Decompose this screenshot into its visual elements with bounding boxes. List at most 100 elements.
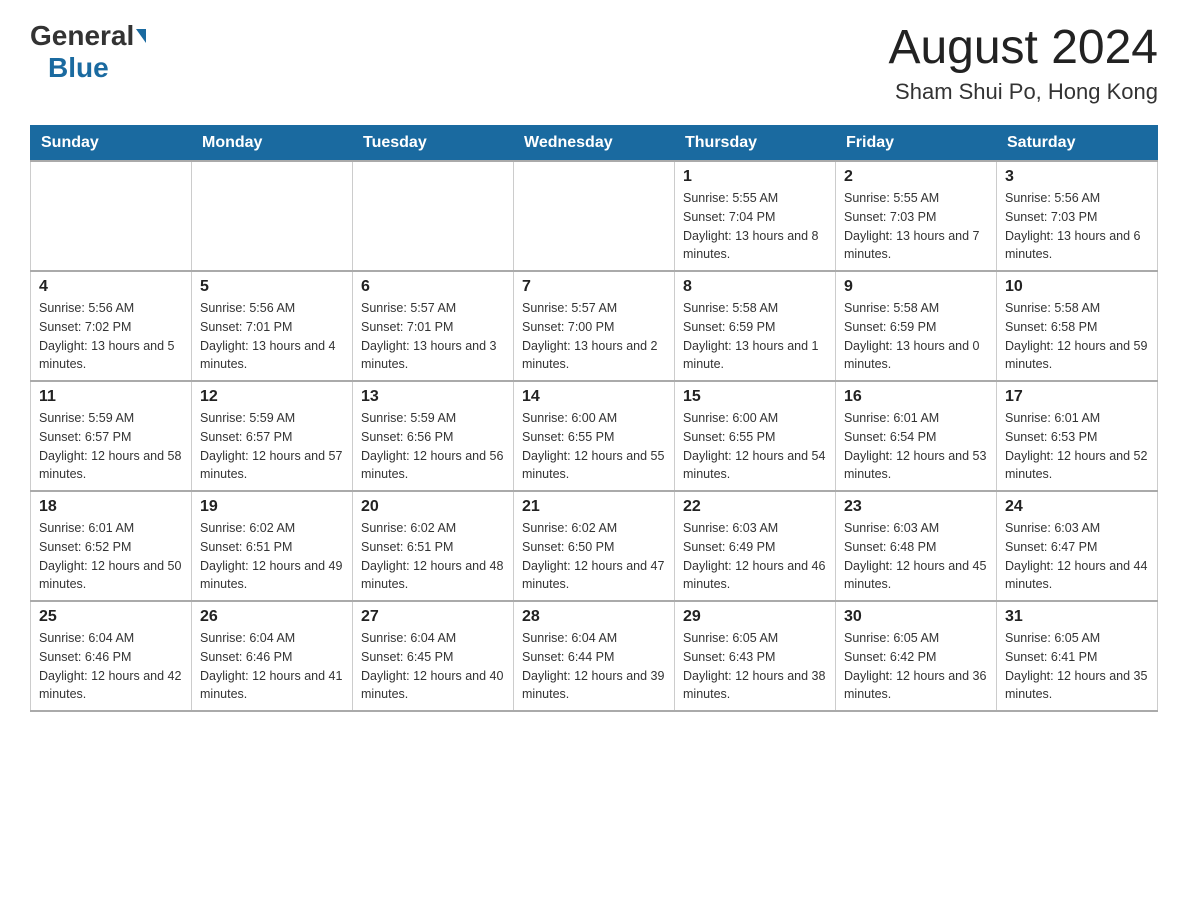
calendar-cell: 23 Sunrise: 6:03 AM Sunset: 6:48 PM Dayli… — [836, 491, 997, 601]
calendar-week-row: 25 Sunrise: 6:04 AM Sunset: 6:46 PM Dayli… — [31, 601, 1158, 711]
calendar-cell: 5 Sunrise: 5:56 AM Sunset: 7:01 PM Daylig… — [192, 271, 353, 381]
calendar-cell: 29 Sunrise: 6:05 AM Sunset: 6:43 PM Dayli… — [675, 601, 836, 711]
day-number: 6 — [361, 278, 505, 296]
day-number: 27 — [361, 608, 505, 626]
calendar-cell: 17Sunrise: 6:01 AM Sunset: 6:53 PM Dayli… — [997, 381, 1158, 491]
day-info: Sunrise: 6:04 AM Sunset: 6:46 PM Dayligh… — [39, 631, 181, 701]
calendar-cell: 27 Sunrise: 6:04 AM Sunset: 6:45 PM Dayli… — [353, 601, 514, 711]
location-subtitle: Sham Shui Po, Hong Kong — [888, 79, 1158, 105]
calendar-cell: 26 Sunrise: 6:04 AM Sunset: 6:46 PM Dayli… — [192, 601, 353, 711]
title-block: August 2024 Sham Shui Po, Hong Kong — [888, 20, 1158, 105]
day-number: 21 — [522, 498, 666, 516]
column-header-friday: Friday — [836, 126, 997, 162]
day-info: Sunrise: 6:04 AM Sunset: 6:44 PM Dayligh… — [522, 631, 664, 701]
calendar-week-row: 4 Sunrise: 5:56 AM Sunset: 7:02 PM Daylig… — [31, 271, 1158, 381]
day-info: Sunrise: 5:59 AM Sunset: 6:57 PM Dayligh… — [39, 411, 181, 481]
calendar-cell: 30 Sunrise: 6:05 AM Sunset: 6:42 PM Dayli… — [836, 601, 997, 711]
day-info: Sunrise: 5:57 AM Sunset: 7:00 PM Dayligh… — [522, 301, 658, 371]
logo-blue-text: Blue — [48, 52, 109, 84]
day-number: 15 — [683, 388, 827, 406]
calendar-cell: 2 Sunrise: 5:55 AM Sunset: 7:03 PM Daylig… — [836, 161, 997, 271]
day-info: Sunrise: 5:56 AM Sunset: 7:02 PM Dayligh… — [39, 301, 175, 371]
calendar-table: SundayMondayTuesdayWednesdayThursdayFrid… — [30, 125, 1158, 712]
day-number: 26 — [200, 608, 344, 626]
day-info: Sunrise: 6:03 AM Sunset: 6:49 PM Dayligh… — [683, 521, 825, 591]
day-number: 10 — [1005, 278, 1149, 296]
calendar-cell: 14Sunrise: 6:00 AM Sunset: 6:55 PM Dayli… — [514, 381, 675, 491]
column-header-thursday: Thursday — [675, 126, 836, 162]
day-info: Sunrise: 6:04 AM Sunset: 6:45 PM Dayligh… — [361, 631, 503, 701]
day-number: 9 — [844, 278, 988, 296]
column-header-tuesday: Tuesday — [353, 126, 514, 162]
calendar-cell: 19 Sunrise: 6:02 AM Sunset: 6:51 PM Dayli… — [192, 491, 353, 601]
calendar-cell: 31Sunrise: 6:05 AM Sunset: 6:41 PM Dayli… — [997, 601, 1158, 711]
day-info: Sunrise: 5:56 AM Sunset: 7:01 PM Dayligh… — [200, 301, 336, 371]
day-number: 2 — [844, 168, 988, 186]
day-info: Sunrise: 5:56 AM Sunset: 7:03 PM Dayligh… — [1005, 191, 1141, 261]
day-number: 16 — [844, 388, 988, 406]
calendar-cell: 7 Sunrise: 5:57 AM Sunset: 7:00 PM Daylig… — [514, 271, 675, 381]
day-info: Sunrise: 5:55 AM Sunset: 7:03 PM Dayligh… — [844, 191, 980, 261]
day-number: 3 — [1005, 168, 1149, 186]
day-info: Sunrise: 6:05 AM Sunset: 6:42 PM Dayligh… — [844, 631, 986, 701]
day-info: Sunrise: 5:58 AM Sunset: 6:59 PM Dayligh… — [844, 301, 980, 371]
calendar-cell: 13 Sunrise: 5:59 AM Sunset: 6:56 PM Dayli… — [353, 381, 514, 491]
calendar-cell: 25 Sunrise: 6:04 AM Sunset: 6:46 PM Dayli… — [31, 601, 192, 711]
day-number: 4 — [39, 278, 183, 296]
day-number: 29 — [683, 608, 827, 626]
calendar-cell: 8 Sunrise: 5:58 AM Sunset: 6:59 PM Daylig… — [675, 271, 836, 381]
calendar-cell: 9 Sunrise: 5:58 AM Sunset: 6:59 PM Daylig… — [836, 271, 997, 381]
day-info: Sunrise: 6:03 AM Sunset: 6:47 PM Dayligh… — [1005, 521, 1147, 591]
calendar-cell: 4 Sunrise: 5:56 AM Sunset: 7:02 PM Daylig… — [31, 271, 192, 381]
day-info: Sunrise: 6:05 AM Sunset: 6:41 PM Dayligh… — [1005, 631, 1147, 701]
day-info: Sunrise: 6:03 AM Sunset: 6:48 PM Dayligh… — [844, 521, 986, 591]
day-info: Sunrise: 5:55 AM Sunset: 7:04 PM Dayligh… — [683, 191, 819, 261]
day-number: 5 — [200, 278, 344, 296]
calendar-week-row: 18 Sunrise: 6:01 AM Sunset: 6:52 PM Dayli… — [31, 491, 1158, 601]
calendar-cell: 3 Sunrise: 5:56 AM Sunset: 7:03 PM Daylig… — [997, 161, 1158, 271]
day-info: Sunrise: 5:59 AM Sunset: 6:56 PM Dayligh… — [361, 411, 503, 481]
page-header: General Blue August 2024 Sham Shui Po, H… — [30, 20, 1158, 105]
day-number: 12 — [200, 388, 344, 406]
day-info: Sunrise: 6:02 AM Sunset: 6:50 PM Dayligh… — [522, 521, 664, 591]
day-number: 28 — [522, 608, 666, 626]
column-header-wednesday: Wednesday — [514, 126, 675, 162]
calendar-cell — [353, 161, 514, 271]
calendar-cell: 12 Sunrise: 5:59 AM Sunset: 6:57 PM Dayli… — [192, 381, 353, 491]
calendar-cell: 21 Sunrise: 6:02 AM Sunset: 6:50 PM Dayli… — [514, 491, 675, 601]
logo: General Blue — [30, 20, 146, 84]
day-info: Sunrise: 6:04 AM Sunset: 6:46 PM Dayligh… — [200, 631, 342, 701]
calendar-cell: 1 Sunrise: 5:55 AM Sunset: 7:04 PM Daylig… — [675, 161, 836, 271]
day-number: 14 — [522, 388, 666, 406]
day-number: 11 — [39, 388, 183, 406]
day-number: 1 — [683, 168, 827, 186]
day-info: Sunrise: 6:02 AM Sunset: 6:51 PM Dayligh… — [200, 521, 342, 591]
day-number: 19 — [200, 498, 344, 516]
calendar-cell — [31, 161, 192, 271]
column-header-monday: Monday — [192, 126, 353, 162]
calendar-header-row: SundayMondayTuesdayWednesdayThursdayFrid… — [31, 126, 1158, 162]
day-info: Sunrise: 5:59 AM Sunset: 6:57 PM Dayligh… — [200, 411, 342, 481]
calendar-week-row: 11 Sunrise: 5:59 AM Sunset: 6:57 PM Dayli… — [31, 381, 1158, 491]
day-number: 25 — [39, 608, 183, 626]
logo-arrow-icon — [136, 29, 146, 43]
calendar-week-row: 1 Sunrise: 5:55 AM Sunset: 7:04 PM Daylig… — [31, 161, 1158, 271]
calendar-cell: 18 Sunrise: 6:01 AM Sunset: 6:52 PM Dayli… — [31, 491, 192, 601]
day-info: Sunrise: 6:05 AM Sunset: 6:43 PM Dayligh… — [683, 631, 825, 701]
calendar-cell: 6 Sunrise: 5:57 AM Sunset: 7:01 PM Daylig… — [353, 271, 514, 381]
day-info: Sunrise: 5:58 AM Sunset: 6:59 PM Dayligh… — [683, 301, 819, 371]
day-number: 8 — [683, 278, 827, 296]
day-number: 18 — [39, 498, 183, 516]
calendar-cell: 28 Sunrise: 6:04 AM Sunset: 6:44 PM Dayli… — [514, 601, 675, 711]
day-info: Sunrise: 5:57 AM Sunset: 7:01 PM Dayligh… — [361, 301, 497, 371]
calendar-cell: 24Sunrise: 6:03 AM Sunset: 6:47 PM Dayli… — [997, 491, 1158, 601]
day-number: 30 — [844, 608, 988, 626]
day-number: 13 — [361, 388, 505, 406]
day-info: Sunrise: 6:01 AM Sunset: 6:52 PM Dayligh… — [39, 521, 181, 591]
day-number: 7 — [522, 278, 666, 296]
column-header-saturday: Saturday — [997, 126, 1158, 162]
day-number: 23 — [844, 498, 988, 516]
calendar-cell: 20Sunrise: 6:02 AM Sunset: 6:51 PM Dayli… — [353, 491, 514, 601]
calendar-cell: 11 Sunrise: 5:59 AM Sunset: 6:57 PM Dayli… — [31, 381, 192, 491]
day-info: Sunrise: 5:58 AM Sunset: 6:58 PM Dayligh… — [1005, 301, 1147, 371]
